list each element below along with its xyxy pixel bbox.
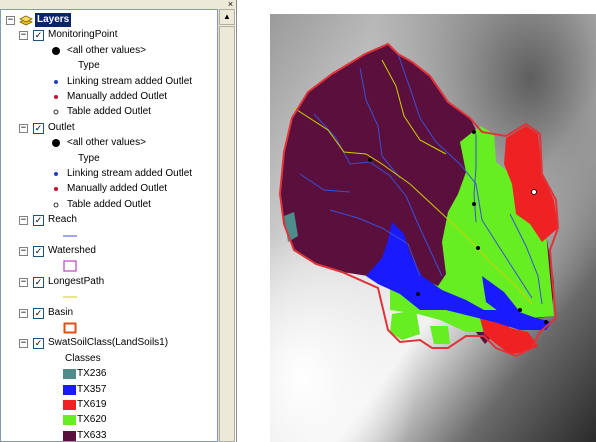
layer-visibility-checkbox[interactable]: ✓: [33, 338, 44, 350]
legend-label: Manually added Outlet: [67, 183, 168, 195]
layer-visibility-checkbox[interactable]: ✓: [33, 215, 44, 227]
legend-item: TX236: [1, 367, 211, 381]
layer-tree: − Layers − ✓ MonitoringPoint <all other value…: [0, 9, 218, 442]
layer-name: Reach: [48, 214, 77, 226]
root-label[interactable]: Layers: [35, 13, 72, 27]
collapse-layer-icon[interactable]: −: [19, 123, 28, 133]
layer-outlet[interactable]: − ✓ Outlet: [1, 121, 211, 135]
collapse-root-icon[interactable]: −: [6, 16, 15, 25]
legend-item: Linking stream added Outlet: [1, 167, 211, 181]
legend-item: TX357: [1, 383, 211, 397]
legend-label: <all other values>: [67, 137, 146, 149]
collapse-layer-icon[interactable]: −: [19, 31, 28, 41]
layer-longestpath[interactable]: − ✓ LongestPath: [1, 275, 211, 289]
layer-basin[interactable]: − ✓ Basin: [1, 306, 211, 320]
layer-monitoringpoint[interactable]: − ✓ MonitoringPoint: [1, 28, 211, 42]
layer-name: SwatSoilClass(LandSoils1): [48, 337, 169, 349]
legend-label: Linking stream added Outlet: [67, 168, 193, 179]
table-added-outlet: [531, 189, 537, 195]
layer-visibility-checkbox[interactable]: ✓: [33, 30, 44, 42]
monitoring-point: [518, 308, 522, 312]
legend-item: TX619: [1, 398, 211, 412]
legend-item: TX633: [1, 429, 211, 441]
map-canvas: [270, 14, 596, 442]
legend-item: Manually added Outlet: [1, 182, 211, 196]
collapse-layer-icon[interactable]: −: [19, 277, 28, 287]
layer-swatsoilclass-landsoils1-[interactable]: − ✓ SwatSoilClass(LandSoils1): [1, 336, 211, 350]
layer-watershed[interactable]: − ✓ Watershed: [1, 244, 211, 258]
layer-name: Outlet: [48, 121, 75, 133]
monitoring-point: [472, 202, 476, 206]
layer-visibility-checkbox[interactable]: ✓: [33, 307, 44, 319]
legend-item: Table added Outlet: [1, 105, 211, 119]
monitoring-point: [368, 158, 372, 162]
monitoring-point: [416, 292, 420, 296]
scrollbar-thumb[interactable]: [219, 26, 235, 442]
legend-item: [1, 259, 211, 273]
layer-name: LongestPath: [48, 275, 105, 287]
legend-item: [1, 229, 211, 243]
legend-item: Classes: [1, 352, 211, 366]
legend-item: [1, 321, 211, 335]
legend-item: Manually added Outlet: [1, 90, 211, 104]
legend-label: Table added Outlet: [67, 198, 151, 210]
legend-item: <all other values>: [1, 136, 211, 150]
legend-item: [1, 290, 211, 304]
legend-item: TX620: [1, 413, 211, 427]
table-of-contents-panel: × − Layers − ✓ MonitoringPoint <all other val…: [0, 0, 237, 442]
legend-item: <all other values>: [1, 44, 211, 58]
legend-label: TX619: [77, 399, 107, 410]
collapse-layer-icon[interactable]: −: [19, 216, 28, 226]
layer-tree-root: − Layers: [1, 13, 211, 27]
legend-label: Classes: [65, 352, 101, 364]
legend-item: Type: [1, 59, 211, 73]
monitoring-point: [476, 246, 480, 250]
panel-titlebar: ×: [0, 0, 236, 9]
collapse-layer-icon[interactable]: −: [19, 339, 28, 349]
legend-item: Table added Outlet: [1, 198, 211, 212]
legend-label: <all other values>: [67, 44, 146, 56]
monitoring-point: [472, 130, 476, 134]
legend-label: Type: [78, 60, 100, 72]
legend-label: Table added Outlet: [67, 106, 151, 118]
legend-item: Type: [1, 152, 211, 166]
scroll-up-arrow-icon[interactable]: ▲: [219, 9, 235, 25]
legend-label: Linking stream added Outlet: [67, 75, 193, 87]
legend-label: Manually added Outlet: [67, 91, 168, 102]
layer-visibility-checkbox[interactable]: ✓: [33, 122, 44, 134]
layer-name: Basin: [48, 306, 74, 318]
layer-visibility-checkbox[interactable]: ✓: [33, 246, 44, 257]
collapse-layer-icon[interactable]: −: [19, 308, 28, 318]
layer-reach[interactable]: − ✓ Reach: [1, 213, 211, 227]
legend-item: Linking stream added Outlet: [1, 75, 211, 89]
layer-name: MonitoringPoint: [48, 29, 118, 41]
map-display[interactable]: [270, 14, 596, 442]
legend-label: Type: [78, 152, 100, 164]
legend-label: TX633: [77, 429, 107, 441]
monitoring-point: [544, 320, 548, 324]
legend-label: TX620: [77, 414, 107, 426]
layer-name: Watershed: [48, 245, 96, 256]
collapse-layer-icon[interactable]: −: [19, 247, 28, 256]
close-icon[interactable]: ×: [226, 0, 235, 9]
layer-visibility-checkbox[interactable]: ✓: [33, 276, 44, 288]
legend-label: TX236: [77, 368, 107, 380]
legend-label: TX357: [77, 383, 107, 395]
vertical-scrollbar[interactable]: ▲: [218, 9, 235, 442]
